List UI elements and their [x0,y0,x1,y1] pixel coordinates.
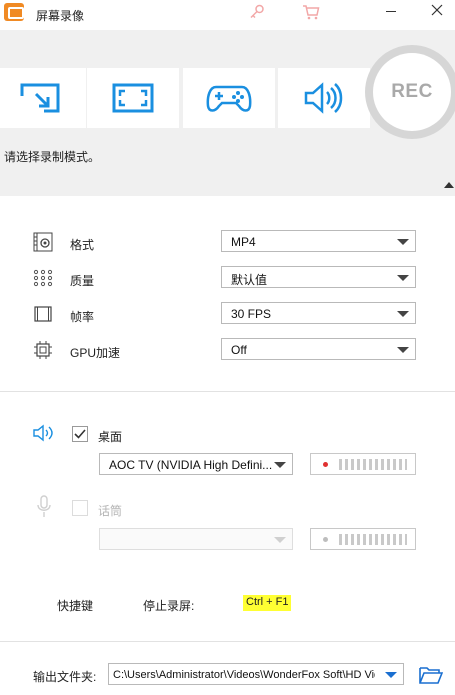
chevron-down-icon [274,462,286,468]
chevron-down-icon [397,347,409,353]
level-bars [339,459,407,470]
game-capture-button[interactable] [183,68,275,128]
minimize-button[interactable] [386,11,396,12]
chevron-down-icon [385,672,397,678]
framerate-row: 帧率 30 FPS [0,302,455,326]
chevron-down-icon [397,275,409,281]
speaker-icon [33,424,53,442]
chevron-down-icon [397,311,409,317]
gpu-label: GPU加速 [70,346,121,360]
fullscreen-capture-button[interactable] [87,68,179,128]
format-label: 格式 [70,238,95,252]
cart-icon[interactable] [302,3,320,21]
region-capture-button[interactable] [0,68,86,128]
level-bars [339,534,407,545]
settings-panel: 格式 MP4 质量 默认值 帧率 30 FPS GPU加速 Off [0,196,455,392]
format-value: MP4 [231,235,256,249]
mic-device-select[interactable] [99,528,293,550]
framerate-select[interactable]: 30 FPS [221,302,416,324]
divider [0,391,455,392]
chevron-down-icon [397,239,409,245]
format-select[interactable]: MP4 [221,230,416,252]
gpu-value: Off [231,343,247,357]
desktop-device-select[interactable]: AOC TV (NVIDIA High Defini... [99,453,293,475]
stop-hotkey[interactable]: Ctrl + F1 [243,595,292,611]
chevron-down-icon [274,537,286,543]
title-bar: 屏幕录像 [0,0,455,30]
desktop-device-value: AOC TV (NVIDIA High Defini... [109,458,273,472]
format-gear-icon [33,232,53,252]
desktop-audio-label: 桌面 [98,430,123,444]
output-path-value: C:\Users\Administrator\Videos\WonderFox … [113,669,375,681]
record-dot-icon [323,462,328,467]
checkmark-icon [74,429,86,439]
app-logo-icon [4,3,24,21]
chevron-up-icon[interactable] [444,180,454,188]
desktop-audio-checkbox[interactable] [72,426,88,442]
microphone-icon [37,495,51,517]
output-folder-label: 输出文件夹: [33,670,97,684]
key-icon[interactable] [248,3,266,21]
mic-level-meter [310,528,416,550]
rec-label: REC [373,53,451,131]
gpu-row: GPU加速 Off [0,338,455,362]
quality-value: 默认值 [231,273,268,287]
divider [0,641,455,642]
gpu-select[interactable]: Off [221,338,416,360]
framerate-label: 帧率 [70,310,95,324]
quality-label: 质量 [70,274,95,288]
quality-dots-icon [33,269,53,287]
close-button[interactable] [430,3,444,17]
mic-checkbox[interactable] [72,500,88,516]
mic-label: 话筒 [98,504,123,518]
folder-open-icon[interactable] [419,665,443,685]
record-dot-icon [323,537,328,542]
format-row: 格式 MP4 [0,230,455,254]
film-frame-icon [34,306,52,322]
mode-panel: REC 请选择录制模式。 [0,30,455,196]
region-arrow-icon [20,83,60,113]
quality-row: 质量 默认值 [0,266,455,290]
speaker-icon [304,82,343,114]
fullscreen-icon [112,83,154,113]
mode-hint: 请选择录制模式。 [4,150,101,164]
audio-only-button[interactable] [278,68,370,128]
desktop-level-meter [310,453,416,475]
rec-button[interactable]: REC [365,45,455,139]
app-title: 屏幕录像 [36,9,85,23]
chip-icon [34,341,52,359]
stop-recording-label: 停止录屏: [143,599,195,613]
quality-select[interactable]: 默认值 [221,266,416,288]
output-folder-select[interactable]: C:\Users\Administrator\Videos\WonderFox … [108,663,404,685]
shortcut-title: 快捷键 [57,599,94,613]
framerate-value: 30 FPS [231,307,272,321]
gamepad-icon [206,85,252,112]
